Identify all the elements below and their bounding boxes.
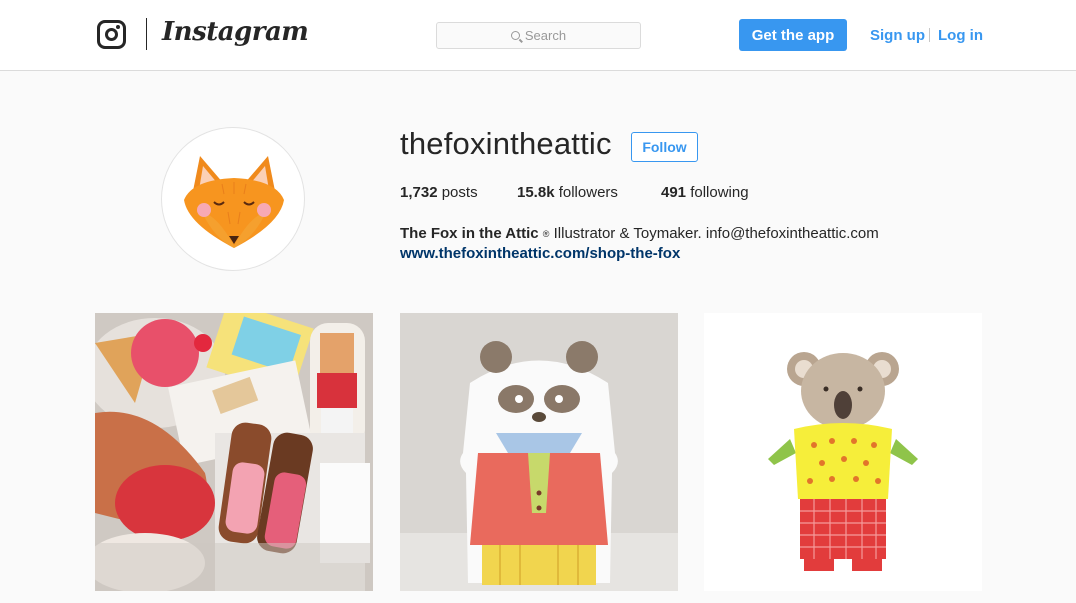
profile-stats: 1,732 posts 15.8k followers 491 followin… bbox=[400, 184, 749, 201]
post-tile-koala[interactable] bbox=[704, 313, 982, 591]
followers-label: followers bbox=[558, 184, 618, 201]
koala-image bbox=[704, 313, 982, 591]
search-placeholder: Search bbox=[524, 28, 567, 43]
search-icon bbox=[510, 31, 520, 40]
followers-count: 15.8k bbox=[517, 184, 555, 201]
plush-toys-image bbox=[95, 313, 373, 591]
get-the-app-button[interactable]: Get the app bbox=[739, 19, 847, 51]
posts-count: 1,732 bbox=[400, 184, 438, 201]
follow-button[interactable]: Follow bbox=[631, 132, 698, 162]
following-label: following bbox=[690, 184, 749, 201]
profile-bio: The Fox in the Attic ® Illustrator & Toy… bbox=[400, 222, 960, 245]
followers-stat[interactable]: 15.8k followers bbox=[517, 184, 661, 201]
post-tile-panda-plush[interactable] bbox=[400, 313, 678, 591]
fox-avatar-image bbox=[184, 156, 284, 248]
instagram-camera-icon[interactable] bbox=[97, 20, 126, 49]
log-in-link[interactable]: Log in bbox=[938, 27, 983, 44]
logo-divider bbox=[146, 18, 147, 50]
posts-label: posts bbox=[441, 184, 478, 201]
profile-avatar[interactable] bbox=[161, 127, 305, 271]
post-tile-plush-toys[interactable] bbox=[95, 313, 373, 591]
auth-divider bbox=[929, 28, 930, 42]
profile-username: thefoxintheattic bbox=[400, 126, 612, 161]
bio-full-name: The Fox in the Attic bbox=[400, 225, 539, 242]
bio-website-link[interactable]: www.thefoxintheattic.com/shop-the-fox bbox=[400, 245, 680, 262]
posts-stat[interactable]: 1,732 posts bbox=[400, 184, 517, 201]
following-stat[interactable]: 491 following bbox=[661, 184, 749, 201]
instagram-wordmark[interactable]: Instagram bbox=[162, 17, 309, 47]
panda-plush-image bbox=[400, 313, 678, 591]
top-navigation-bar: Instagram Search Get the app Sign up Log… bbox=[0, 0, 1076, 71]
following-count: 491 bbox=[661, 184, 687, 201]
search-input[interactable]: Search bbox=[436, 22, 641, 49]
bio-text: Illustrator & Toymaker. info@thefoxinthe… bbox=[553, 225, 879, 242]
registered-mark: ® bbox=[542, 229, 550, 239]
sign-up-link[interactable]: Sign up bbox=[870, 27, 925, 44]
